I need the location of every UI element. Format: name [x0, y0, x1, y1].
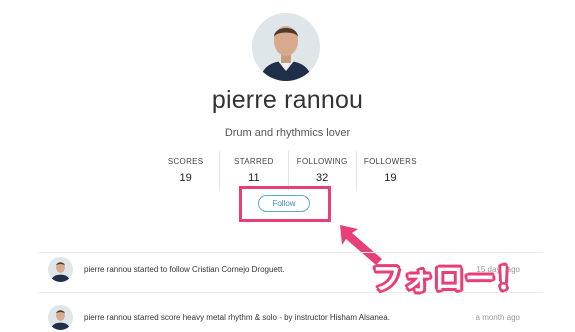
follow-button[interactable]: Follow [258, 195, 310, 212]
activity-item: pierre rannou starred score heavy metal … [48, 302, 528, 332]
stat-label: STARRED [234, 157, 274, 166]
profile-stats: SCORES 19 STARRED 11 FOLLOWING 32 FOLLOW… [152, 151, 424, 191]
stat-value: 19 [384, 172, 397, 184]
stat-following[interactable]: FOLLOWING 32 [287, 151, 356, 191]
stat-value: 19 [179, 172, 192, 184]
activity-text: pierre rannou started to follow Cristian… [84, 264, 285, 274]
stat-label: SCORES [167, 157, 204, 166]
stat-starred[interactable]: STARRED 11 [219, 151, 287, 191]
activity-avatar[interactable] [48, 256, 73, 282]
divider [38, 252, 543, 253]
activity-avatar[interactable] [48, 304, 73, 330]
stat-value: 32 [316, 172, 329, 184]
profile-bio: Drum and rhythmics lover [224, 127, 351, 139]
profile-name: pierre rannou [211, 86, 364, 114]
stat-label: FOLLOWERS [363, 157, 417, 166]
stat-value: 11 [248, 172, 260, 184]
profile-avatar [252, 13, 320, 81]
activity-time: a month ago [475, 312, 520, 322]
activity-text: pierre rannou starred score heavy metal … [84, 312, 390, 322]
annotation-label: フォロー！ [372, 263, 527, 296]
stat-scores[interactable]: SCORES 19 [152, 151, 219, 191]
stat-followers[interactable]: FOLLOWERS 19 [355, 151, 424, 191]
stat-label: FOLLOWING [296, 157, 348, 166]
